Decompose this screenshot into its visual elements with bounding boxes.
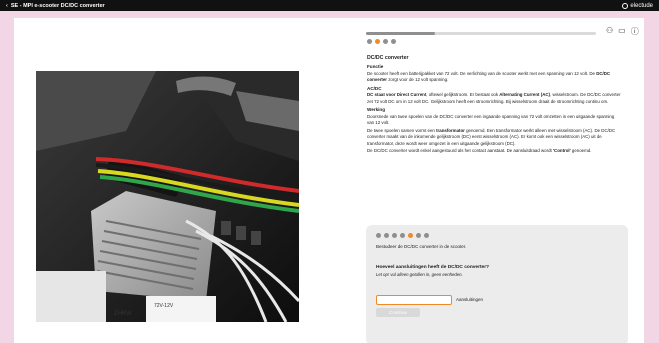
bold-term: Alternating Current (AC) — [499, 92, 551, 97]
text-run: De twee spoelen samen vormt een — [367, 127, 437, 133]
quiz-step-dot-7[interactable] — [424, 233, 429, 238]
section-paragraph: De scooter heeft een batterijpakket van … — [367, 71, 622, 84]
photo-label: ZHRW — [114, 311, 132, 317]
answer-input[interactable] — [376, 294, 452, 305]
top-bar: ‹ SE - MPI e-scooter DC/DC converter ele… — [0, 0, 659, 11]
bold-term: 'Control' — [552, 148, 571, 153]
bold-term: transformator — [436, 127, 465, 133]
content-title: DC/DC converter — [367, 55, 409, 61]
quiz-hint: Let op! vul alleen getallen in, geen een… — [376, 271, 463, 277]
dc-dc-converter-photo: ZHRW 72V-12V — [36, 71, 299, 322]
help-icon[interactable]: ⓘ — [631, 26, 639, 37]
bold-term: DC staat voor Direct Current — [367, 92, 427, 97]
quiz-step-dot-4[interactable] — [400, 233, 405, 238]
text-run: De DC/DC converter wordt enkel aangestuu… — [367, 148, 553, 153]
step-indicator — [367, 39, 396, 44]
step-dot-2[interactable] — [375, 39, 380, 44]
text-run: , oftewel gelijkstroom. Er bestaat ook — [426, 92, 500, 97]
quiz-panel: Bestudeer de DC/DC converter in de scoot… — [366, 225, 628, 343]
text-run: Doorsnede van twee spoelen van de DC/DC … — [367, 113, 615, 126]
electude-logo-icon — [622, 2, 629, 9]
toolbar: ⚇ ▭ ⓘ — [606, 26, 639, 37]
lesson-card: ZHRW 72V-12V ⚇ ▭ ⓘ DC/DC converter Funct… — [14, 18, 644, 343]
section-paragraph: Doorsnede van twee spoelen van de DC/DC … — [367, 114, 622, 127]
lesson-title: SE - MPI e-scooter DC/DC converter — [10, 2, 105, 9]
section-paragraph: DC staat voor Direct Current, oftewel ge… — [367, 92, 622, 105]
quiz-step-indicator — [376, 233, 618, 238]
lesson-content: DC/DC converter Functie De scooter heeft … — [367, 55, 622, 156]
photo-sticker: 72V-12V — [154, 303, 174, 309]
users-icon[interactable]: ⚇ — [606, 26, 613, 37]
quiz-step-dot-2[interactable] — [384, 233, 389, 238]
step-dot-4[interactable] — [391, 39, 396, 44]
section-paragraph: De twee spoelen samen vormt een transfor… — [367, 128, 622, 148]
answer-unit-label: Aansluitingen — [456, 297, 484, 302]
quiz-step-dot-5[interactable] — [408, 233, 413, 238]
quiz-step-dot-3[interactable] — [392, 233, 397, 238]
step-dot-1[interactable] — [367, 39, 372, 44]
quiz-step-dot-6[interactable] — [416, 233, 421, 238]
step-dot-3[interactable] — [383, 39, 388, 44]
back-icon[interactable]: ‹ — [6, 3, 8, 9]
text-run: De scooter heeft een batterijpakket van … — [367, 70, 597, 76]
lesson-progress-fill — [366, 32, 435, 35]
text-run: zorgt voor de 12 volt spanning. — [387, 77, 449, 82]
quiz-instruction: Bestudeer de DC/DC converter in de scoot… — [376, 244, 467, 249]
brand-logo: electude — [622, 2, 653, 9]
brand-name: electude — [630, 2, 653, 9]
quiz-step-dot-1[interactable] — [376, 233, 381, 238]
text-run: genoemd. — [570, 148, 592, 153]
lesson-progress — [366, 32, 596, 35]
answer-row: Aansluitingen — [376, 294, 618, 305]
continue-button[interactable]: Continue — [376, 307, 420, 317]
chat-icon[interactable]: ▭ — [618, 26, 626, 37]
section-paragraph: De DC/DC converter wordt enkel aangestuu… — [367, 148, 622, 155]
